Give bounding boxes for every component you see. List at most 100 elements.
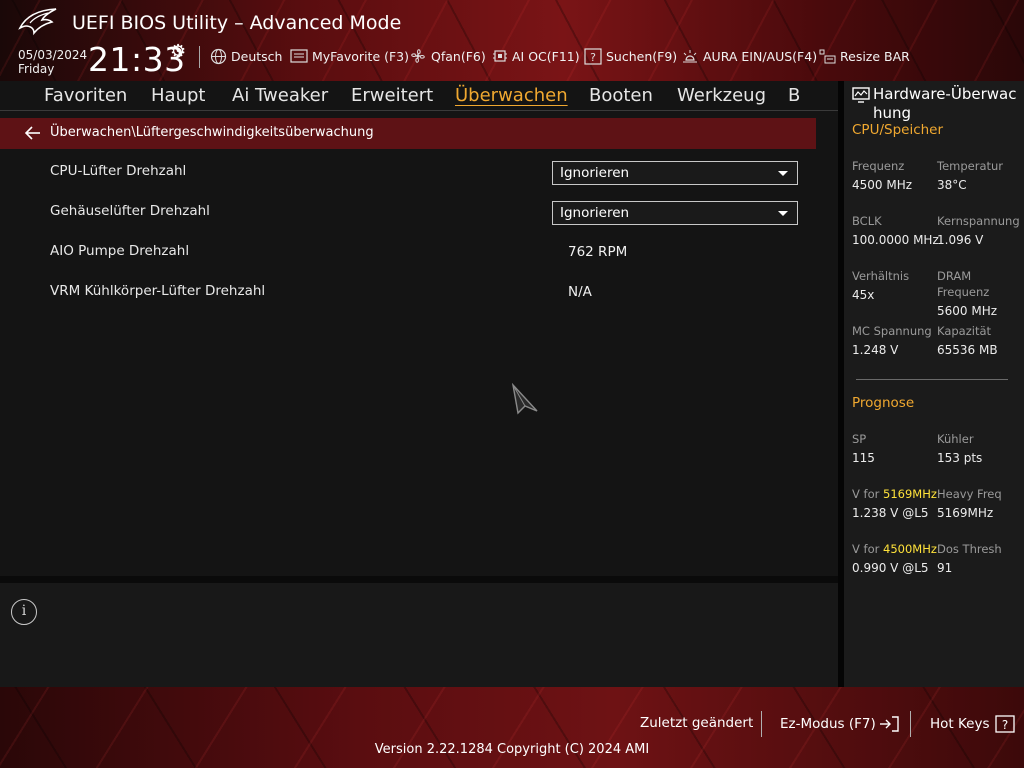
hw-label-heavy-freq: Heavy Freq: [937, 487, 1002, 501]
tab-erweitert[interactable]: Erweitert: [351, 85, 433, 106]
hw-label-ratio: Verhältnis: [852, 269, 910, 283]
hw-label-frequency: Frequenz: [852, 159, 905, 173]
qfan-label: Qfan(F6): [431, 48, 486, 64]
hot-keys-button[interactable]: Hot Keys ?: [930, 715, 1015, 733]
monitor-icon: [852, 87, 870, 103]
search-button[interactable]: ? Suchen(F9): [584, 46, 677, 66]
header-divider: [199, 46, 200, 68]
tab-werkzeug[interactable]: Werkzeug: [677, 85, 766, 106]
chevron-down-icon: [778, 211, 788, 216]
hw-value-dram-frequency: 5600 MHz: [937, 304, 998, 318]
setting-label-cpu-fan: CPU-Lüfter Drehzahl: [50, 163, 187, 179]
mouse-cursor-icon: [511, 383, 538, 415]
myfavorite-label: MyFavorite (F3): [312, 48, 410, 64]
help-question-icon: ?: [994, 715, 1015, 733]
cpu-memory-section-title: CPU/Speicher: [852, 122, 944, 138]
globe-icon: [210, 48, 227, 64]
hw-value-cooler: 153 pts: [937, 451, 983, 465]
date-text: 05/03/2024: [18, 48, 88, 62]
search-label: Suchen(F9): [606, 48, 678, 64]
v-for-frequency-highlight: 5169MHz: [883, 487, 937, 501]
last-changed-label: Zuletzt geändert: [640, 715, 754, 731]
tab-haupt[interactable]: Haupt: [151, 85, 205, 106]
version-text: Version 2.22.1284 Copyright (C) 2024 AMI: [374, 742, 650, 757]
hw-value-core-voltage: 1.096 V: [937, 233, 984, 247]
back-arrow-icon[interactable]: [24, 124, 42, 142]
exit-arrow-icon: [879, 716, 899, 732]
hw-value-heavy-freq: 5169MHz: [937, 506, 994, 520]
day-text: Friday: [18, 62, 55, 76]
svg-text:?: ?: [1001, 718, 1007, 732]
hw-value-mc-voltage: 1.248 V: [852, 343, 899, 357]
tab-ueberwachen[interactable]: Überwachen: [455, 85, 568, 106]
hw-section-divider: [856, 379, 1008, 380]
myfavorite-button[interactable]: MyFavorite (F3): [290, 46, 409, 66]
hw-label-cooler: Kühler: [937, 432, 974, 446]
aura-button[interactable]: AURA EIN/AUS(F4): [681, 46, 817, 66]
hw-label-dos-thresh: Dos Thresh: [937, 542, 1002, 556]
footer-divider: [761, 711, 762, 737]
ai-oc-button[interactable]: AI OC(F11): [492, 46, 580, 66]
ez-mode-label: Ez-Modus (F7): [780, 716, 876, 732]
app-title: UEFI BIOS Utility – Advanced Mode: [72, 12, 402, 34]
resize-bar-icon: [819, 49, 836, 63]
favorite-icon: [290, 49, 308, 63]
hw-label-sp: SP: [852, 432, 867, 446]
tab-ai-tweaker[interactable]: Ai Tweaker: [232, 85, 328, 106]
setting-label-aio-pump: AIO Pumpe Drehzahl: [50, 243, 190, 259]
resize-bar-button[interactable]: Resize BAR: [818, 46, 910, 66]
hw-label-dram-frequency: DRAM Frequenz: [937, 269, 990, 299]
cpu-fan-dropdown-value: Ignorieren: [560, 165, 630, 181]
main-nav: Favoriten Haupt Ai Tweaker Erweitert Übe…: [0, 81, 838, 111]
aura-light-icon: [683, 49, 697, 62]
hw-label-v-for-freq-1: V for 5169MHz: [852, 486, 937, 502]
aio-pump-value: 762 RPM: [568, 244, 628, 260]
rog-logo-icon: [18, 8, 57, 36]
chevron-down-icon: [778, 171, 788, 176]
v-for-frequency-highlight: 4500MHz: [883, 542, 937, 556]
hw-value-v-for-freq-1: 1.238 V @L5: [852, 506, 929, 520]
case-fan-dropdown[interactable]: Ignorieren: [552, 201, 798, 225]
hw-value-sp: 115: [852, 451, 875, 465]
language-label: Deutsch: [231, 48, 283, 64]
last-changed-button[interactable]: Zuletzt geändert: [640, 715, 753, 731]
tab-favoriten[interactable]: Favoriten: [44, 85, 127, 106]
gear-icon[interactable]: ⚙: [170, 41, 186, 62]
cpu-fan-dropdown[interactable]: Ignorieren: [552, 161, 798, 185]
ai-oc-label: AI OC(F11): [512, 48, 580, 64]
ez-mode-button[interactable]: Ez-Modus (F7): [780, 715, 900, 733]
v-for-prefix: V for: [852, 487, 883, 501]
setting-label-case-fan: Gehäuselüfter Drehzahl: [50, 203, 210, 219]
hw-monitor-title: Hardware-Überwac hung: [873, 85, 1017, 122]
hw-value-capacity: 65536 MB: [937, 343, 998, 357]
v-for-prefix: V for: [852, 542, 883, 556]
hw-value-ratio: 45x: [852, 288, 875, 302]
hw-label-capacity: Kapazität: [937, 324, 992, 338]
hw-label-v-for-freq-2: V for 4500MHz: [852, 541, 937, 557]
hw-label-mc-voltage: MC Spannung: [852, 324, 932, 338]
qfan-button[interactable]: Qfan(F6): [409, 46, 486, 66]
breadcrumb-path: Überwachen\Lüftergeschwindigkeitsüberwac…: [50, 125, 374, 140]
hw-label-core-voltage: Kernspannung: [937, 214, 1020, 228]
svg-text:?: ?: [590, 51, 596, 64]
ai-chip-icon: [493, 50, 507, 62]
language-button[interactable]: Deutsch: [210, 46, 282, 66]
date-display: 05/03/2024 Friday: [18, 48, 87, 76]
case-fan-dropdown-value: Ignorieren: [560, 205, 630, 221]
help-panel: [0, 583, 838, 687]
resize-bar-label: Resize BAR: [840, 48, 910, 64]
info-icon: i: [11, 599, 37, 625]
tab-booten[interactable]: Booten: [589, 85, 653, 106]
hot-keys-label: Hot Keys: [930, 716, 990, 732]
hw-label-bclk: BCLK: [852, 214, 882, 228]
tab-beenden-partial[interactable]: B: [788, 85, 800, 106]
footer-divider: [910, 711, 911, 737]
hw-value-dos-thresh: 91: [937, 561, 953, 575]
fan-icon: [411, 49, 425, 63]
hw-label-temperature: Temperatur: [937, 159, 1004, 173]
aura-label: AURA EIN/AUS(F4): [703, 48, 818, 64]
help-divider: [0, 576, 838, 583]
vrm-fan-value: N/A: [568, 284, 592, 300]
hw-value-temperature: 38°C: [937, 178, 967, 192]
hw-value-v-for-freq-2: 0.990 V @L5: [852, 561, 929, 575]
